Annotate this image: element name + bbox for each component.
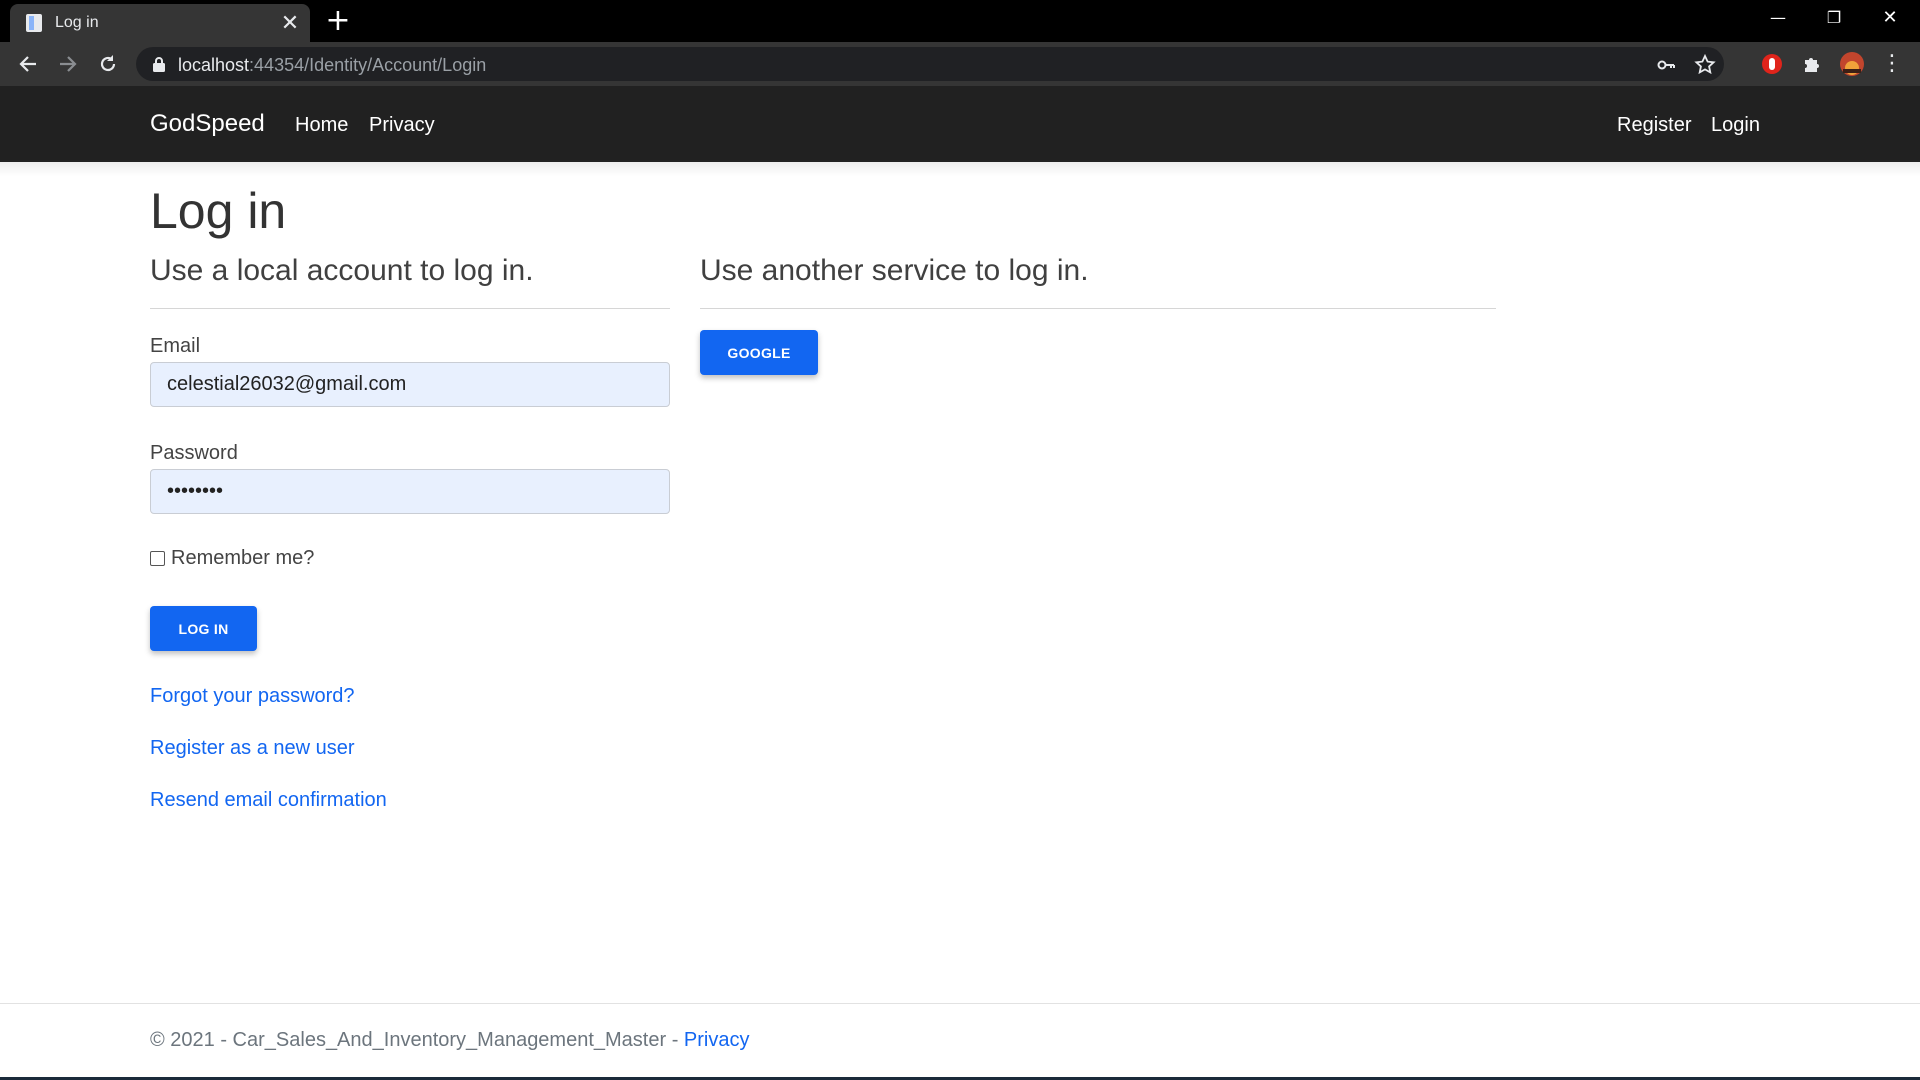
back-arrow-icon[interactable] <box>14 50 42 78</box>
remember-me-row: Remember me? <box>150 547 314 570</box>
navbar-shadow <box>0 162 1920 176</box>
nav-link-register[interactable]: Register <box>1617 114 1691 137</box>
lock-icon <box>153 57 165 72</box>
password-label: Password <box>150 442 238 464</box>
menu-kebab-icon[interactable]: ⋮ <box>1878 50 1906 78</box>
window-close-icon[interactable]: ✕ <box>1862 0 1918 38</box>
external-heading-divider <box>700 308 1496 309</box>
brand-logo[interactable]: GodSpeed <box>150 110 265 138</box>
password-input[interactable] <box>150 469 670 514</box>
nav-link-login[interactable]: Login <box>1711 114 1760 137</box>
browser-tab-strip: Log in ✕ + — ❐ ✕ <box>0 0 1920 42</box>
page-icon <box>26 14 42 32</box>
url-host: localhost <box>178 55 250 75</box>
register-new-user-link[interactable]: Register as a new user <box>150 737 355 760</box>
reload-icon[interactable] <box>94 50 122 78</box>
footer-privacy-link[interactable]: Privacy <box>684 1029 750 1051</box>
forward-arrow-icon[interactable] <box>54 50 82 78</box>
local-account-heading: Use a local account to log in. <box>150 254 534 287</box>
profile-avatar[interactable] <box>1838 50 1866 78</box>
footer-divider <box>0 1003 1920 1004</box>
page-title: Log in <box>150 183 287 239</box>
login-button[interactable]: LOG IN <box>150 606 257 651</box>
remember-me-label[interactable]: Remember me? <box>171 547 314 570</box>
google-login-button[interactable]: GOOGLE <box>700 330 818 375</box>
tab-title: Log in <box>55 14 99 31</box>
local-heading-divider <box>150 308 670 309</box>
browser-tab[interactable]: Log in ✕ <box>10 4 310 42</box>
external-service-heading: Use another service to log in. <box>700 254 1089 287</box>
resend-confirmation-link[interactable]: Resend email confirmation <box>150 789 387 812</box>
site-navbar: GodSpeed Home Privacy Register Login <box>0 86 1920 162</box>
address-bar[interactable]: localhost:44354/Identity/Account/Login <box>136 47 1724 81</box>
new-tab-button[interactable]: + <box>325 6 351 36</box>
close-tab-icon[interactable]: ✕ <box>280 12 300 34</box>
key-icon[interactable] <box>1654 53 1678 77</box>
email-input[interactable] <box>150 362 670 407</box>
restore-icon[interactable]: ❐ <box>1806 0 1862 38</box>
extensions-puzzle-icon[interactable] <box>1798 50 1826 78</box>
url-text: localhost:44354/Identity/Account/Login <box>178 55 486 76</box>
nav-link-privacy[interactable]: Privacy <box>369 114 435 137</box>
email-label: Email <box>150 335 201 357</box>
extension-stop-icon[interactable] <box>1758 50 1786 78</box>
minimize-icon[interactable]: — <box>1750 0 1806 38</box>
forgot-password-link[interactable]: Forgot your password? <box>150 685 355 708</box>
footer-copyright: © 2021 - Car_Sales_And_Inventory_Managem… <box>150 1029 684 1051</box>
nav-link-home[interactable]: Home <box>295 114 348 137</box>
bookmark-star-icon[interactable] <box>1693 53 1717 77</box>
footer: © 2021 - Car_Sales_And_Inventory_Managem… <box>150 1029 750 1052</box>
remember-me-checkbox[interactable] <box>150 551 165 566</box>
url-path: :44354/Identity/Account/Login <box>249 55 487 75</box>
browser-toolbar: localhost:44354/Identity/Account/Login ⋮ <box>0 42 1920 86</box>
